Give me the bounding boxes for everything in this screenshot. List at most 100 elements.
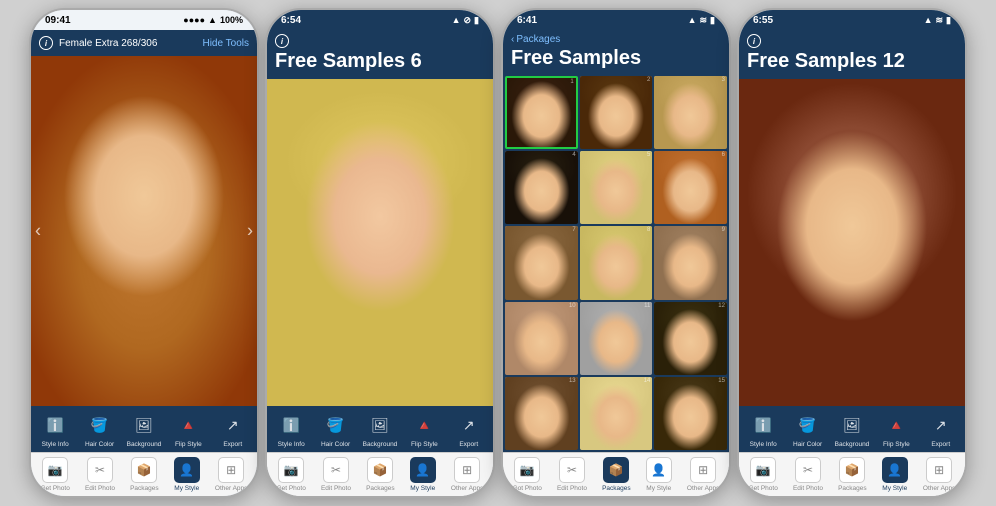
my-style-tab-2[interactable]: 👤 My Style bbox=[410, 457, 436, 492]
packages-label-1: Packages bbox=[130, 485, 159, 492]
hair-color-tool-4[interactable]: 🪣 Hair Color bbox=[790, 411, 826, 448]
cell-num-7: 7 bbox=[572, 227, 575, 233]
cell-num-15: 15 bbox=[718, 378, 725, 384]
screenshots-container: 09:41 ●●●● ▲ 100% i Female Extra 268/306… bbox=[0, 0, 996, 506]
other-apps-tab-4[interactable]: ⊞ Other Apps bbox=[923, 457, 956, 492]
grid-cell-5[interactable]: 5 bbox=[580, 151, 653, 224]
flip-style-tool[interactable]: 🔺 Flip Style bbox=[170, 411, 206, 448]
battery-icon-1: 100% bbox=[220, 15, 243, 25]
my-style-tab-1[interactable]: 👤 My Style bbox=[174, 457, 200, 492]
packages-tab-3[interactable]: 📦 Packages bbox=[602, 457, 631, 492]
got-photo-tab-3[interactable]: 📷 Got Photo bbox=[513, 457, 542, 492]
background-label-4: Background bbox=[835, 441, 870, 448]
my-style-icon-2: 👤 bbox=[410, 457, 436, 483]
grid-cell-3[interactable]: 3 bbox=[654, 76, 727, 149]
flip-style-tool-2[interactable]: 🔺 Flip Style bbox=[406, 411, 442, 448]
style-info-tool-2[interactable]: ℹ️ Style Info bbox=[273, 411, 309, 448]
status-bar-4: 6:55 ▲ ≋ ▮ bbox=[739, 10, 965, 30]
hair-photo-1 bbox=[31, 56, 257, 406]
edit-photo-tab-3[interactable]: ✂ Edit Photo bbox=[557, 457, 587, 492]
hair-color-tool[interactable]: 🪣 Hair Color bbox=[82, 411, 118, 448]
grid-cell-8[interactable]: 8 bbox=[580, 226, 653, 299]
my-style-tab-3[interactable]: 👤 My Style bbox=[646, 457, 672, 492]
background-icon: 🖼 bbox=[130, 411, 158, 439]
get-photo-tab-2[interactable]: 📷 Get Photo bbox=[277, 457, 306, 492]
flip-style-tool-4[interactable]: 🔺 Flip Style bbox=[878, 411, 914, 448]
flip-style-icon-2: 🔺 bbox=[410, 411, 438, 439]
wifi-icon-4: ≋ bbox=[936, 15, 944, 26]
screen4: 6:55 ▲ ≋ ▮ i Free Samples 12 ℹ️ Style In… bbox=[739, 10, 965, 496]
phone-3: 6:41 ▲ ≋ ▮ ‹ Packages Free Samples 1 bbox=[501, 8, 731, 498]
info-icon-4[interactable]: i bbox=[747, 34, 761, 48]
time-1: 09:41 bbox=[45, 15, 71, 26]
grid-cell-10[interactable]: 10 bbox=[505, 302, 578, 375]
cell-num-8: 8 bbox=[647, 227, 650, 233]
packages-tab-2[interactable]: 📦 Packages bbox=[366, 457, 395, 492]
hair-color-icon: 🪣 bbox=[86, 411, 114, 439]
back-label: Packages bbox=[516, 34, 560, 45]
hair-color-tool-2[interactable]: 🪣 Hair Color bbox=[318, 411, 354, 448]
grid-cell-11[interactable]: 11 bbox=[580, 302, 653, 375]
header-text-1: Female Extra 268/306 bbox=[59, 38, 157, 49]
style-info-tool[interactable]: ℹ️ Style Info bbox=[37, 411, 73, 448]
export-label-4: Export bbox=[931, 441, 950, 448]
grid-cell-7[interactable]: 7 bbox=[505, 226, 578, 299]
get-photo-tab-4[interactable]: 📷 Get Photo bbox=[749, 457, 778, 492]
export-tool-4[interactable]: ↗ Export bbox=[923, 411, 959, 448]
background-tool-4[interactable]: 🖼 Background bbox=[834, 411, 870, 448]
info-icon-2[interactable]: i bbox=[275, 34, 289, 48]
time-2: 6:54 bbox=[281, 15, 301, 26]
packages-label-4: Packages bbox=[838, 485, 867, 492]
cell-num-1: 1 bbox=[570, 79, 573, 85]
export-tool-2[interactable]: ↗ Export bbox=[451, 411, 487, 448]
screen1: 09:41 ●●●● ▲ 100% i Female Extra 268/306… bbox=[31, 10, 257, 496]
get-photo-tab-1[interactable]: 📷 Get Photo bbox=[41, 457, 70, 492]
style-info-tool-4[interactable]: ℹ️ Style Info bbox=[745, 411, 781, 448]
flip-style-icon-4: 🔺 bbox=[882, 411, 910, 439]
photo-bg-2 bbox=[267, 79, 493, 406]
other-apps-label-4: Other Apps bbox=[923, 485, 956, 492]
hair-color-label-4: Hair Color bbox=[793, 441, 822, 448]
other-apps-label-3: Other Apps bbox=[687, 485, 720, 492]
grid-cell-12[interactable]: 12 bbox=[654, 302, 727, 375]
other-apps-tab-1[interactable]: ⊞ Other Apps bbox=[215, 457, 248, 492]
edit-photo-tab-1[interactable]: ✂ Edit Photo bbox=[85, 457, 115, 492]
edit-photo-tab-2[interactable]: ✂ Edit Photo bbox=[321, 457, 351, 492]
background-tool[interactable]: 🖼 Background bbox=[126, 411, 162, 448]
grid-cell-15[interactable]: 15 bbox=[654, 377, 727, 450]
screen2-header: i Free Samples 6 bbox=[267, 30, 493, 79]
edit-photo-icon-3: ✂ bbox=[559, 457, 585, 483]
other-apps-tab-2[interactable]: ⊞ Other Apps bbox=[451, 457, 484, 492]
grid-cell-1[interactable]: 1 bbox=[505, 76, 578, 149]
grid-cell-2[interactable]: 2 bbox=[580, 76, 653, 149]
back-nav[interactable]: ‹ Packages bbox=[511, 34, 721, 45]
grid-cell-9[interactable]: 9 bbox=[654, 226, 727, 299]
packages-tab-4[interactable]: 📦 Packages bbox=[838, 457, 867, 492]
grid-cell-6[interactable]: 6 bbox=[654, 151, 727, 224]
style-info-label: Style Info bbox=[42, 441, 69, 448]
edit-photo-label-2: Edit Photo bbox=[321, 485, 351, 492]
info-icon-1[interactable]: i bbox=[39, 36, 53, 50]
grid-cell-4[interactable]: 4 bbox=[505, 151, 578, 224]
export-tool[interactable]: ↗ Export bbox=[215, 411, 251, 448]
packages-tab-1[interactable]: 📦 Packages bbox=[130, 457, 159, 492]
screen2-title: Free Samples 6 bbox=[275, 50, 485, 73]
edit-photo-tab-4[interactable]: ✂ Edit Photo bbox=[793, 457, 823, 492]
cell-photo-15 bbox=[654, 377, 727, 450]
style-info-icon: ℹ️ bbox=[41, 411, 69, 439]
grid-cell-13[interactable]: 13 bbox=[505, 377, 578, 450]
my-style-tab-4[interactable]: 👤 My Style bbox=[882, 457, 908, 492]
status-bar-1: 09:41 ●●●● ▲ 100% bbox=[31, 10, 257, 30]
get-photo-icon-1: 📷 bbox=[42, 457, 68, 483]
style-info-label-4: Style Info bbox=[750, 441, 777, 448]
background-tool-2[interactable]: 🖼 Background bbox=[362, 411, 398, 448]
nav-arrow-left[interactable]: ‹ bbox=[35, 221, 41, 242]
grid-cell-14[interactable]: 14 bbox=[580, 377, 653, 450]
top-toolbar-1: ℹ️ Style Info 🪣 Hair Color 🖼 Background … bbox=[31, 406, 257, 452]
packages-icon-3: 📦 bbox=[603, 457, 629, 483]
nav-arrow-right[interactable]: › bbox=[247, 221, 253, 242]
my-style-label-4: My Style bbox=[882, 485, 907, 492]
other-apps-tab-3[interactable]: ⊞ Other Apps bbox=[687, 457, 720, 492]
hair-color-icon-4: 🪣 bbox=[794, 411, 822, 439]
hide-tools-button[interactable]: Hide Tools bbox=[202, 38, 249, 49]
